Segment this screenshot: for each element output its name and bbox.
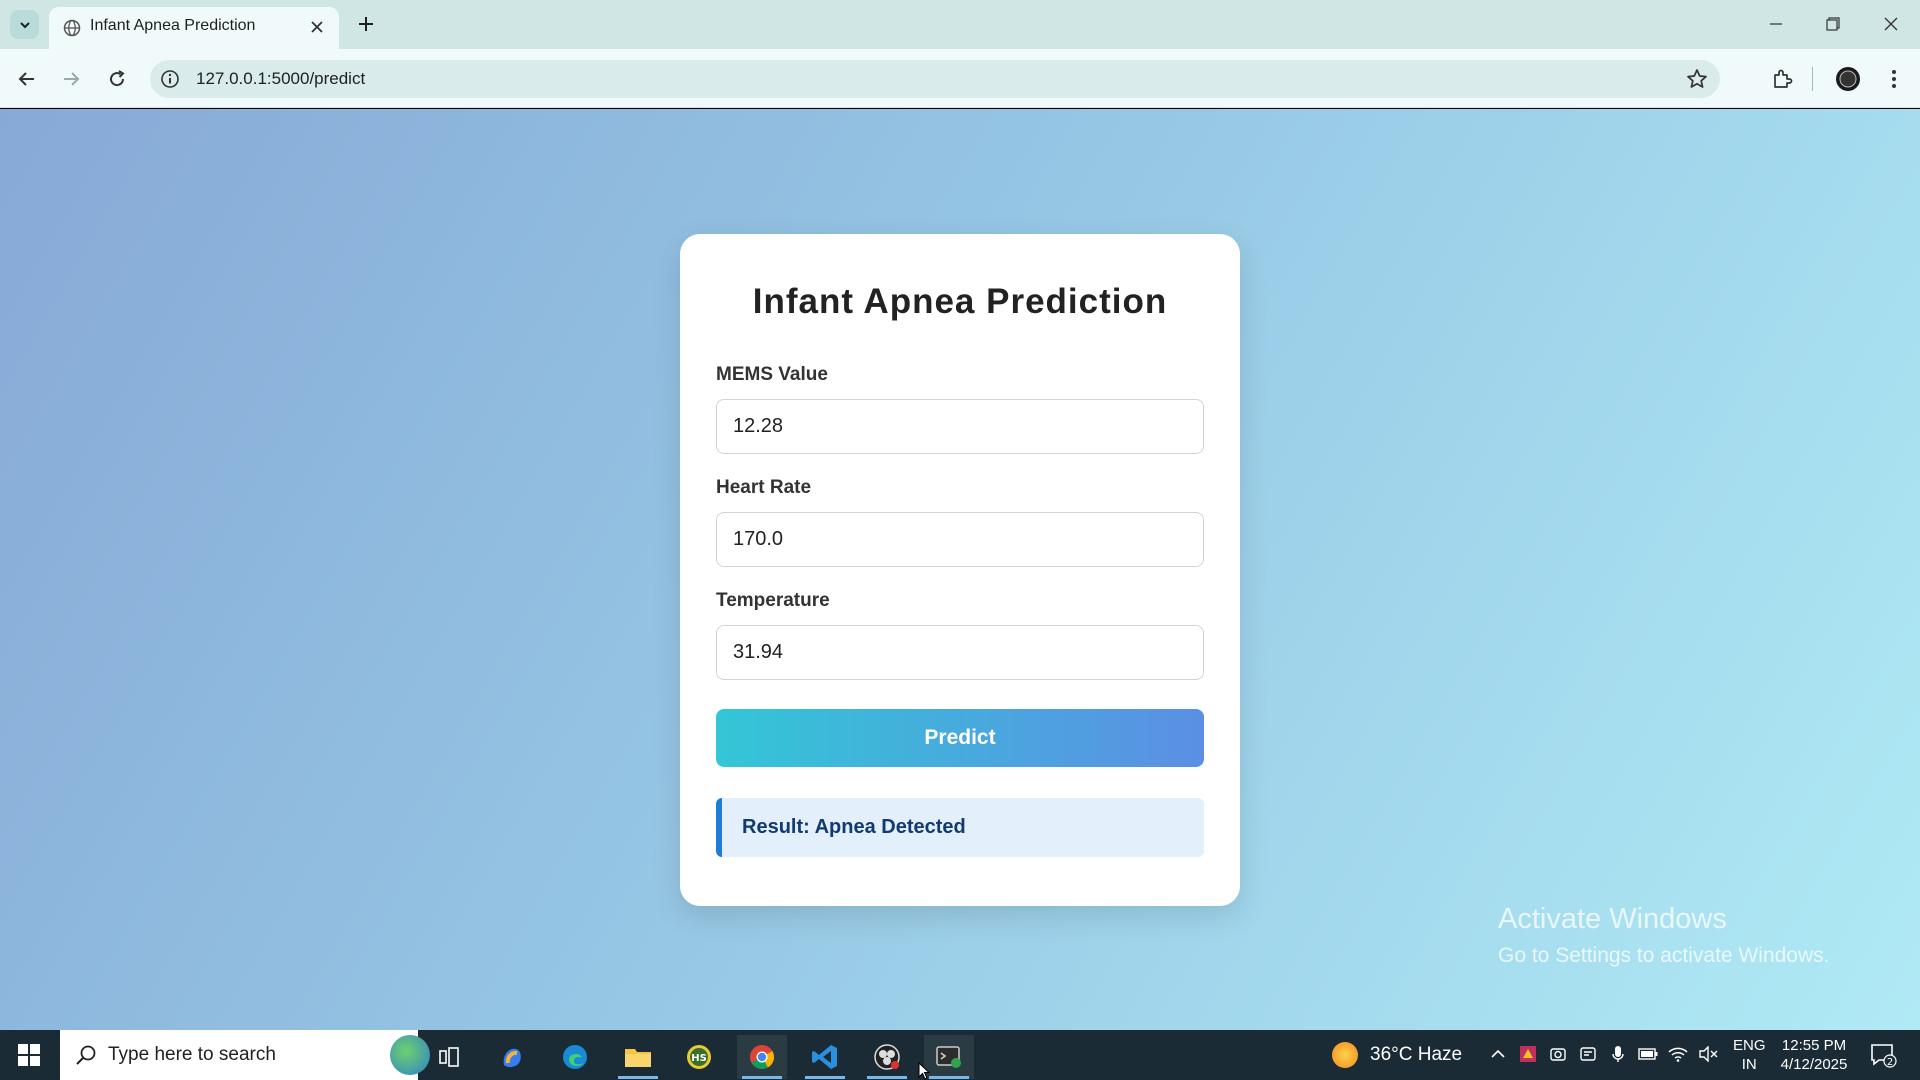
hs-app-icon[interactable]: HS — [674, 1035, 724, 1079]
search-placeholder: Type here to search — [108, 1044, 276, 1065]
activate-windows-watermark: Activate Windows Go to Settings to activ… — [1498, 903, 1830, 968]
system-clock[interactable]: 12:55 PM 4/12/2025 — [1772, 1036, 1856, 1074]
result-box: Result: Apnea Detected — [716, 798, 1204, 857]
window-close-icon[interactable] — [1871, 8, 1911, 40]
notification-count: 2 — [1887, 1057, 1893, 1068]
plus-icon[interactable] — [354, 12, 378, 36]
mems-value-label: MEMS Value — [716, 364, 828, 385]
copilot-icon[interactable] — [487, 1035, 537, 1079]
mouse-cursor-icon — [918, 1062, 931, 1080]
heart-rate-label: Heart Rate — [716, 477, 812, 498]
prediction-card: Infant Apnea Prediction MEMS Value Heart… — [680, 234, 1240, 906]
volume-muted-icon[interactable] — [1698, 1044, 1718, 1064]
toolbar-divider — [1812, 67, 1813, 91]
address-url[interactable]: 127.0.0.1:5000/predict — [196, 69, 365, 89]
predict-button[interactable]: Predict — [716, 709, 1204, 767]
extensions-icon[interactable] — [1767, 64, 1797, 94]
chevron-up-icon[interactable] — [1488, 1044, 1508, 1064]
minimize-icon[interactable] — [1756, 8, 1796, 40]
address-bar[interactable]: 127.0.0.1:5000/predict — [150, 60, 1720, 98]
kebab-menu-icon[interactable] — [1879, 64, 1909, 94]
windows-start-icon[interactable] — [0, 1030, 58, 1080]
page-background: Infant Apnea Prediction MEMS Value Heart… — [0, 109, 1920, 1030]
running-indicator — [805, 1076, 845, 1079]
running-indicator — [929, 1076, 969, 1079]
weather-widget[interactable]: 36°C Haze — [1332, 1042, 1462, 1068]
wifi-icon[interactable] — [1668, 1044, 1688, 1064]
page-title: Infant Apnea Prediction — [752, 282, 1168, 321]
reload-icon[interactable] — [102, 64, 132, 94]
language-code: ENG — [1733, 1037, 1766, 1054]
close-icon[interactable] — [307, 17, 327, 37]
notification-center-icon[interactable]: 2 — [1868, 1040, 1898, 1070]
region-code: IN — [1741, 1056, 1757, 1073]
taskbar-search[interactable]: Type here to search — [60, 1030, 430, 1080]
profile-icon[interactable] — [1833, 64, 1863, 94]
tab-title: Infant Apnea Prediction — [90, 17, 256, 34]
browser-tab[interactable]: Infant Apnea Prediction — [49, 7, 339, 49]
heart-rate-input[interactable] — [716, 512, 1204, 567]
camera-tray-icon[interactable] — [1548, 1044, 1568, 1064]
file-explorer-icon[interactable] — [613, 1035, 663, 1079]
forward-arrow-icon[interactable] — [56, 64, 86, 94]
star-icon[interactable] — [1686, 68, 1708, 90]
obs-icon[interactable] — [862, 1035, 912, 1079]
weather-text: 36°C Haze — [1370, 1044, 1463, 1065]
watermark-subtitle: Go to Settings to activate Windows. — [1498, 944, 1830, 967]
clock-time: 12:55 PM — [1781, 1037, 1847, 1054]
battery-icon[interactable] — [1638, 1044, 1658, 1064]
globe-icon — [63, 19, 81, 37]
sun-haze-icon — [1332, 1042, 1358, 1068]
back-arrow-icon[interactable] — [12, 64, 42, 94]
app-tray-icon[interactable] — [1518, 1044, 1538, 1064]
info-icon[interactable] — [160, 69, 180, 89]
browser-toolbar: 127.0.0.1:5000/predict — [0, 49, 1920, 108]
chrome-icon[interactable] — [737, 1035, 787, 1079]
temperature-input[interactable] — [716, 625, 1204, 680]
mems-value-input[interactable] — [716, 399, 1204, 454]
microphone-icon[interactable] — [1608, 1044, 1628, 1064]
running-indicator — [867, 1076, 907, 1079]
watermark-title: Activate Windows — [1498, 903, 1727, 935]
task-view-icon[interactable] — [424, 1035, 474, 1079]
meet-now-icon[interactable] — [1578, 1044, 1598, 1064]
tab-search-chevron-icon[interactable] — [10, 10, 39, 39]
clock-date: 4/12/2025 — [1780, 1056, 1848, 1073]
language-indicator[interactable]: ENG IN — [1733, 1036, 1766, 1074]
result-text: Result: Apnea Detected — [742, 816, 966, 838]
search-icon — [74, 1043, 98, 1067]
running-indicator — [742, 1076, 782, 1079]
edge-icon[interactable] — [550, 1035, 600, 1079]
vscode-icon[interactable] — [800, 1035, 850, 1079]
running-indicator — [618, 1076, 658, 1079]
restore-icon[interactable] — [1813, 8, 1853, 40]
taskbar: Type here to search HS 36°C Haze ENG IN … — [0, 1030, 1920, 1080]
temperature-label: Temperature — [716, 590, 830, 611]
browser-tab-bar: Infant Apnea Prediction — [0, 0, 1920, 49]
svg-text:HS: HS — [691, 1053, 707, 1064]
